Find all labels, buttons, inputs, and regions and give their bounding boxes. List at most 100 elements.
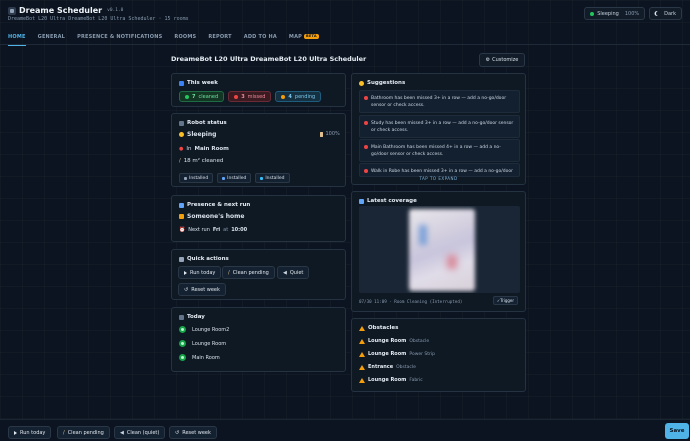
broom-icon: /	[228, 269, 230, 276]
missed-label: missed	[247, 93, 266, 100]
grid-icon	[179, 256, 184, 262]
alert-dot-icon	[364, 96, 368, 100]
play-icon	[184, 270, 187, 275]
app-subtitle: DreameBot L20 Ultra DreameBot L20 Ultra …	[8, 16, 189, 22]
obstacle-room: Lounge Room	[368, 377, 407, 383]
warning-icon	[359, 325, 365, 331]
status-dot-icon	[590, 11, 595, 16]
tab-home[interactable]: HOME	[8, 31, 26, 46]
cleaned-chip: 7 cleaned	[179, 91, 225, 102]
clean-quiet-label: Clean (quiet)	[126, 429, 160, 436]
next-run-time: 10:00	[231, 227, 248, 233]
expand-suggestions-button[interactable]: TAP TO EXPAND	[352, 176, 525, 181]
map-icon	[359, 198, 364, 204]
battery-icon	[320, 131, 323, 137]
suggestion-item[interactable]: Main Bathroom has been missed 4+ in a ro…	[359, 139, 520, 162]
week-summary-chips: 7 cleaned 3 missed 4 pending	[179, 91, 322, 102]
run-today-label: Run today	[20, 429, 46, 436]
robot-state: Sleeping	[187, 131, 217, 138]
app-logo-icon	[8, 7, 16, 15]
done-icon	[179, 326, 186, 333]
done-icon	[179, 354, 186, 361]
alert-dot-icon	[364, 121, 368, 125]
obstacle-item[interactable]: Lounge Room Obstacle	[359, 338, 429, 344]
clean-pending-button[interactable]: / Clean pending	[57, 426, 110, 439]
obstacle-type: Power Strip	[409, 351, 436, 357]
theme-toggle-button[interactable]: Dark	[649, 7, 682, 20]
suggestions-card: Suggestions Bathroom has been missed 3+ …	[351, 73, 526, 185]
clean-pending-label: Clean pending	[67, 429, 104, 436]
save-button[interactable]: Save	[665, 423, 689, 439]
coverage-card: Latest coverage 07/30 11:09 · Room Clean…	[351, 191, 526, 312]
tab-rooms[interactable]: ROOMS	[174, 31, 196, 44]
installed-badge-3: Installed	[255, 173, 290, 183]
obstacles-title-text: Obstacles	[368, 325, 399, 331]
qa-clean-pending-button[interactable]: / Clean pending	[222, 266, 275, 279]
run-today-button[interactable]: Run today	[8, 426, 52, 439]
suggestion-item[interactable]: Walk in Robe has been missed 3+ in a row…	[359, 163, 520, 177]
beta-badge: BETA	[304, 34, 319, 39]
status-label: Sleeping	[597, 10, 619, 17]
page-title: DreameBot L20 Ultra DreameBot L20 Ultra …	[171, 55, 367, 63]
qa-reset-week-label: Reset week	[191, 286, 220, 293]
obstacle-type: Obstacle	[409, 338, 430, 344]
calendar-icon	[179, 314, 184, 320]
location-prefix: In	[186, 146, 192, 152]
alert-dot-icon	[364, 169, 368, 173]
missed-count: 3	[241, 93, 245, 100]
tab-report[interactable]: REPORT	[208, 31, 231, 44]
obstacle-item[interactable]: Entrance Obstacle	[359, 364, 416, 370]
today-room-item[interactable]: Main Room	[179, 354, 220, 361]
theme-label: Dark	[664, 10, 676, 17]
lightbulb-icon	[359, 80, 364, 86]
gear-icon: ⚙	[485, 57, 491, 63]
next-run-label: Next run	[188, 227, 210, 233]
tab-general[interactable]: GENERAL	[38, 31, 65, 44]
missed-chip: 3 missed	[228, 91, 272, 102]
today-title-text: Today	[187, 314, 205, 320]
qa-run-today-button[interactable]: Run today	[178, 266, 222, 279]
pin-icon: ●	[179, 146, 184, 152]
home-status: Someone's home	[187, 213, 245, 220]
suggestion-item[interactable]: Study has been missed 3+ in a row — add …	[359, 115, 520, 138]
qa-quiet-button[interactable]: ◀ Quiet	[277, 266, 310, 279]
suggestion-item[interactable]: Bathroom has been missed 3+ in a row — a…	[359, 90, 520, 113]
qa-reset-week-button[interactable]: ↺ Reset week	[178, 283, 226, 296]
home-status-row: Someone's home	[179, 213, 244, 220]
speaker-icon: ◀	[283, 269, 287, 276]
tab-presence-notifications[interactable]: PRESENCE & NOTIFICATIONS	[77, 31, 162, 44]
this-week-card: This week 7 cleaned 3 missed 4 pending	[171, 73, 346, 107]
obstacle-item[interactable]: Lounge Room Fabric	[359, 377, 423, 383]
quick-actions-title: Quick actions	[179, 256, 229, 262]
obstacle-item[interactable]: Lounge Room Power Strip	[359, 351, 435, 357]
qa-quiet-label: Quiet	[289, 269, 304, 276]
this-week-title-text: This week	[187, 80, 218, 86]
speaker-icon: ◀	[120, 429, 124, 436]
today-room-label: Lounge Room2	[192, 326, 230, 333]
clean-quiet-button[interactable]: ◀ Clean (quiet)	[114, 426, 166, 439]
house-icon	[179, 214, 184, 219]
cleaned-label: cleaned	[198, 93, 219, 100]
dock-icon	[184, 176, 187, 180]
obstacle-type: Fabric	[409, 377, 423, 383]
pending-label: pending	[294, 93, 316, 100]
refresh-icon: ↺	[184, 286, 189, 293]
tab-map-label: MAP	[288, 34, 303, 40]
header-actions: Sleeping 100% Dark	[584, 7, 682, 20]
robot-battery-row: 100%	[320, 131, 340, 137]
tab-add-to-ha[interactable]: ADD TO HA	[244, 31, 277, 44]
robot-status-pill[interactable]: Sleeping 100%	[584, 7, 646, 20]
coverage-map-image[interactable]	[359, 206, 520, 293]
reset-week-button[interactable]: ↺ Reset week	[169, 426, 217, 439]
tab-map[interactable]: MAP BETA	[289, 31, 319, 44]
installed-badge-1: Installed	[179, 173, 214, 183]
today-room-item[interactable]: Lounge Room2	[179, 326, 229, 333]
installed-badge-2: Installed	[217, 173, 252, 183]
robot-location: Main Room	[194, 146, 229, 152]
badge-label: Installed	[265, 175, 285, 181]
today-room-item[interactable]: Lounge Room	[179, 340, 226, 347]
customize-button[interactable]: ⚙ Customize	[479, 53, 525, 67]
trigger-button[interactable]: ✓ Trigger	[492, 296, 518, 305]
coverage-title-text: Latest coverage	[367, 198, 417, 204]
robot-area: 18 m² cleaned	[183, 158, 224, 164]
